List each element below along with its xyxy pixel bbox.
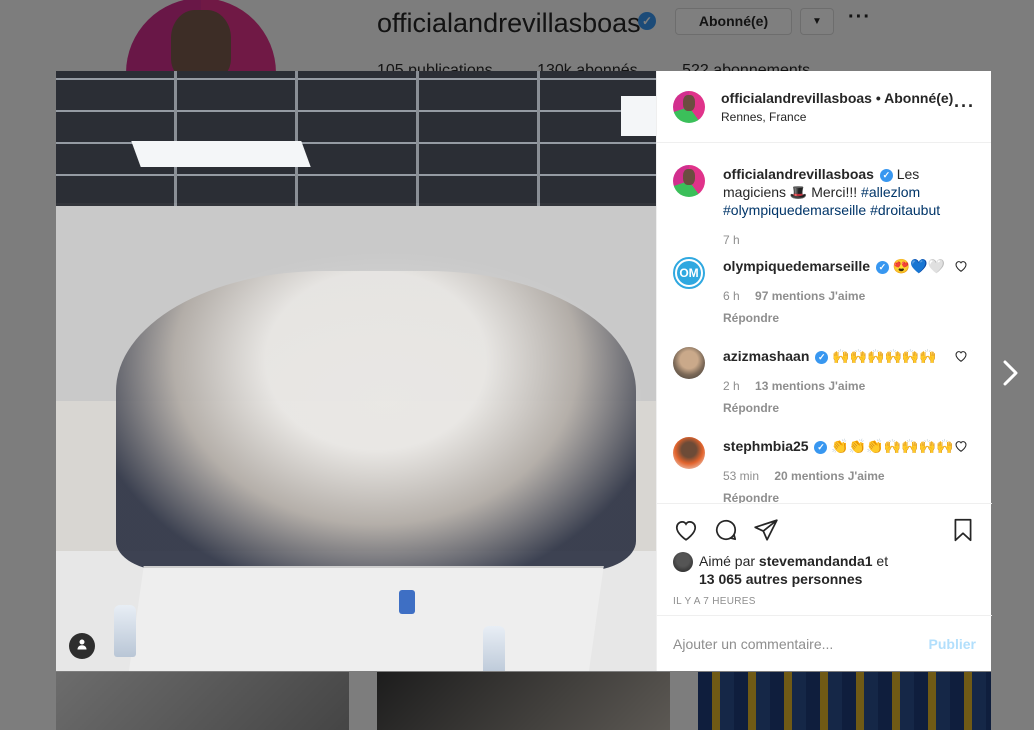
comment-text: 👏👏👏🙌🙌🙌🙌 bbox=[831, 438, 954, 454]
comment-icon[interactable] bbox=[713, 517, 739, 543]
follow-status-button[interactable]: Abonné(e) bbox=[884, 90, 953, 106]
commenter-username[interactable]: stephmbia25 bbox=[723, 438, 809, 454]
commenter-username[interactable]: olympiquedemarseille bbox=[723, 258, 870, 274]
post-modal: officialandrevillasboas • Abonné(e) Renn… bbox=[56, 71, 992, 671]
comment-time[interactable]: 6 h bbox=[723, 289, 740, 303]
liked-by-conjunction: et bbox=[876, 553, 889, 569]
heart-icon[interactable] bbox=[954, 439, 968, 453]
blue-cup bbox=[399, 590, 415, 614]
ceiling-light bbox=[621, 96, 656, 136]
publish-button[interactable]: Publier bbox=[929, 636, 976, 652]
liked-by: Aimé par stevemandanda1 et 13 065 autres… bbox=[673, 552, 976, 588]
heart-icon[interactable] bbox=[954, 259, 968, 273]
add-comment-bar: Publier bbox=[657, 615, 992, 671]
comment-time[interactable]: 2 h bbox=[723, 379, 740, 393]
verified-badge-icon: ✓ bbox=[879, 168, 893, 182]
comment-text: 🙌🙌🙌🙌🙌🙌 bbox=[832, 348, 937, 364]
comment-item: stephmbia25 ✓ 👏👏👏🙌🙌🙌🙌 53 min 20 mentions… bbox=[673, 437, 976, 503]
author-username[interactable]: officialandrevillasboas bbox=[721, 90, 872, 106]
comment-item: OM olympiquedemarseille ✓ 😍💙🤍 6 h 97 men… bbox=[673, 257, 976, 327]
team-group bbox=[116, 271, 636, 571]
comment-item: azizmashaan ✓ 🙌🙌🙌🙌🙌🙌 2 h 13 mentions J'a… bbox=[673, 347, 976, 417]
post-actions: Aimé par stevemandanda1 et 13 065 autres… bbox=[657, 503, 992, 615]
comment-likes[interactable]: 97 mentions J'aime bbox=[755, 289, 865, 303]
comment-input[interactable] bbox=[673, 635, 929, 652]
post-location[interactable]: Rennes, France bbox=[721, 110, 954, 124]
liker-avatar[interactable] bbox=[673, 552, 693, 572]
hashtag-link[interactable]: #olympiquedemarseille bbox=[723, 202, 866, 218]
liked-by-prefix: Aimé par bbox=[699, 553, 756, 569]
post-photo[interactable] bbox=[56, 71, 656, 671]
comments-list[interactable]: officialandrevillasboas ✓ Les magiciens … bbox=[657, 143, 992, 503]
commenter-avatar[interactable] bbox=[673, 347, 705, 379]
commenter-avatar[interactable]: OM bbox=[673, 257, 705, 289]
user-tag-icon[interactable] bbox=[69, 633, 95, 659]
post-time-ago[interactable]: IL Y A 7 HEURES bbox=[673, 596, 976, 607]
photo-ceiling bbox=[56, 71, 656, 206]
photo-table bbox=[128, 566, 604, 671]
caption-time[interactable]: 7 h bbox=[723, 233, 740, 247]
caption: officialandrevillasboas ✓ Les magiciens … bbox=[673, 165, 976, 249]
commenter-avatar[interactable] bbox=[673, 437, 705, 469]
ceiling-light bbox=[131, 141, 311, 167]
reply-button[interactable]: Répondre bbox=[723, 489, 963, 503]
author-avatar[interactable] bbox=[673, 90, 705, 123]
liked-by-user[interactable]: stevemandanda1 bbox=[759, 553, 873, 569]
likes-count[interactable]: 13 065 autres personnes bbox=[699, 571, 862, 587]
water-bottle bbox=[114, 605, 136, 657]
verified-badge-icon: ✓ bbox=[875, 260, 889, 274]
comment-likes[interactable]: 20 mentions J'aime bbox=[774, 469, 884, 483]
comment-likes[interactable]: 13 mentions J'aime bbox=[755, 379, 865, 393]
hashtag-link[interactable]: #allezlom bbox=[861, 184, 920, 200]
water-bottle bbox=[483, 626, 505, 671]
post-header: officialandrevillasboas • Abonné(e) Renn… bbox=[657, 71, 991, 143]
bookmark-icon[interactable] bbox=[950, 517, 976, 543]
heart-icon[interactable] bbox=[673, 517, 699, 543]
hashtag-link[interactable]: #droitaubut bbox=[870, 202, 940, 218]
comment-time[interactable]: 53 min bbox=[723, 469, 759, 483]
caption-username[interactable]: officialandrevillasboas bbox=[723, 166, 874, 182]
header-separator: • bbox=[875, 89, 881, 106]
post-sidebar: officialandrevillasboas • Abonné(e) Renn… bbox=[656, 71, 992, 671]
chevron-right-icon[interactable] bbox=[1000, 358, 1022, 388]
heart-icon[interactable] bbox=[954, 349, 968, 363]
commenter-username[interactable]: azizmashaan bbox=[723, 348, 809, 364]
comment-text: 😍💙🤍 bbox=[892, 258, 946, 274]
author-avatar[interactable] bbox=[673, 165, 705, 197]
send-icon[interactable] bbox=[753, 517, 779, 543]
verified-badge-icon: ✓ bbox=[814, 440, 828, 454]
more-options-icon[interactable]: ··· bbox=[954, 96, 975, 117]
reply-button[interactable]: Répondre bbox=[723, 309, 963, 327]
reply-button[interactable]: Répondre bbox=[723, 399, 963, 417]
verified-badge-icon: ✓ bbox=[815, 350, 829, 364]
